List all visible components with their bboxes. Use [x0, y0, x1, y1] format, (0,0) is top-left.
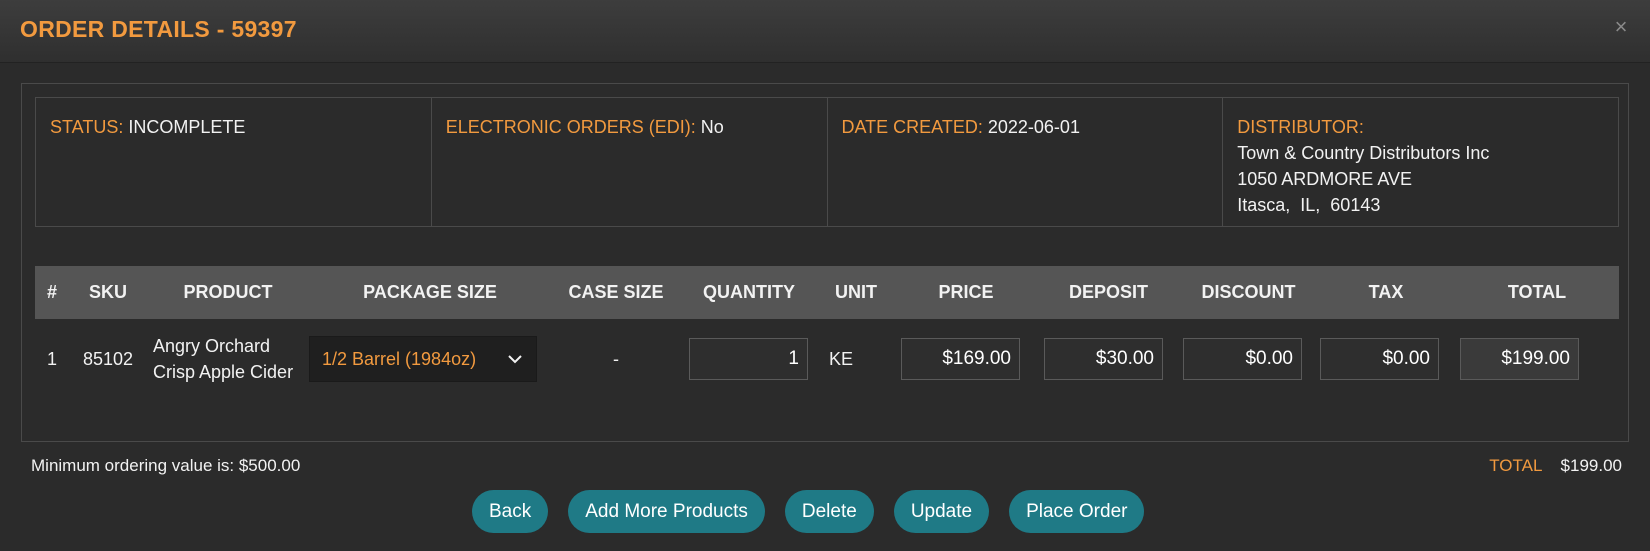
product-name-line1: Angry Orchard — [153, 336, 271, 356]
header-sku: SKU — [88, 282, 127, 302]
row-num: 1 — [46, 348, 57, 369]
price-input[interactable]: $169.00 — [901, 338, 1020, 380]
order-info-row: STATUS: INCOMPLETE ELECTRONIC ORDERS (ED… — [35, 97, 1619, 227]
row-product: Angry Orchard Crisp Apple Cider — [147, 333, 309, 385]
distributor-address-line1: 1050 ARDMORE AVE — [1237, 169, 1412, 189]
row-tax: $0.00 — [1317, 338, 1455, 380]
close-icon[interactable]: × — [1612, 16, 1630, 38]
header-tax: TAX — [1368, 282, 1404, 302]
deposit-input[interactable]: $30.00 — [1044, 338, 1163, 380]
minimum-order-text: Minimum ordering value is: $500.00 — [31, 456, 301, 475]
discount-input[interactable]: $0.00 — [1183, 338, 1302, 380]
back-button[interactable]: Back — [472, 490, 549, 533]
edi-value: No — [700, 117, 724, 137]
row-package-size: 1/2 Barrel (1984oz) — [309, 336, 551, 382]
status-value: INCOMPLETE — [128, 117, 246, 137]
status-label: STATUS: — [50, 117, 124, 137]
modal-header: ORDER DETAILS - 59397 × — [0, 0, 1650, 63]
order-items-table: # SKU PRODUCT PACKAGE SIZE CASE SIZE QUA… — [35, 266, 1619, 399]
header-product: PRODUCT — [183, 282, 273, 302]
row-total: $199.00 — [1455, 338, 1619, 380]
chevron-down-icon — [508, 354, 522, 363]
order-panel: STATUS: INCOMPLETE ELECTRONIC ORDERS (ED… — [21, 83, 1629, 442]
total-field: $199.00 — [1460, 338, 1579, 380]
row-price: $169.00 — [895, 338, 1037, 380]
header-package-size: PACKAGE SIZE — [363, 282, 497, 302]
header-total: TOTAL — [1507, 282, 1567, 302]
header-price: PRICE — [938, 282, 994, 302]
header-discount: DISCOUNT — [1201, 282, 1296, 302]
date-cell: DATE CREATED: 2022-06-01 — [828, 98, 1224, 226]
order-total: TOTAL $199.00 — [1489, 456, 1622, 476]
header-num: # — [46, 282, 57, 302]
row-sku: 85102 — [82, 348, 134, 369]
row-discount: $0.00 — [1180, 338, 1317, 380]
package-size-value: 1/2 Barrel (1984oz) — [322, 348, 477, 369]
distributor-label: DISTRIBUTOR: — [1237, 117, 1364, 137]
quantity-input[interactable]: 1 — [689, 338, 808, 380]
table-header: # SKU PRODUCT PACKAGE SIZE CASE SIZE QUA… — [35, 266, 1619, 319]
distributor-address-line2: Itasca, IL, 60143 — [1237, 195, 1381, 215]
header-quantity: QUANTITY — [703, 282, 795, 302]
distributor-name: Town & Country Distributors Inc — [1237, 143, 1490, 163]
distributor-cell: DISTRIBUTOR: Town & Country Distributors… — [1223, 98, 1618, 226]
order-total-label: TOTAL — [1489, 456, 1542, 475]
package-size-select[interactable]: 1/2 Barrel (1984oz) — [309, 336, 537, 382]
delete-button[interactable]: Delete — [784, 490, 874, 533]
date-created-value: 2022-06-01 — [987, 117, 1080, 137]
add-more-products-button[interactable]: Add More Products — [568, 490, 765, 533]
row-deposit: $30.00 — [1037, 338, 1180, 380]
update-button[interactable]: Update — [893, 490, 990, 533]
edi-cell: ELECTRONIC ORDERS (EDI): No — [432, 98, 828, 226]
order-total-value: $199.00 — [1560, 456, 1622, 475]
row-quantity: 1 — [681, 338, 817, 380]
date-created-label: DATE CREATED: — [841, 117, 983, 137]
place-order-button[interactable]: Place Order — [1009, 490, 1145, 533]
product-name-line2: Crisp Apple Cider — [153, 362, 294, 382]
header-unit: UNIT — [835, 282, 877, 302]
row-case-size: - — [613, 348, 619, 369]
edi-label: ELECTRONIC ORDERS (EDI): — [445, 117, 696, 137]
header-case-size: CASE SIZE — [568, 282, 664, 302]
row-unit: KE — [829, 348, 854, 369]
table-row: 1 85102 Angry Orchard Crisp Apple Cider … — [35, 319, 1619, 399]
header-deposit: DEPOSIT — [1068, 282, 1148, 302]
tax-input[interactable]: $0.00 — [1320, 338, 1439, 380]
action-buttons: Back Add More Products Delete Update Pla… — [472, 490, 1145, 533]
status-cell: STATUS: INCOMPLETE — [36, 98, 432, 226]
modal-title: ORDER DETAILS - 59397 — [20, 16, 297, 42]
